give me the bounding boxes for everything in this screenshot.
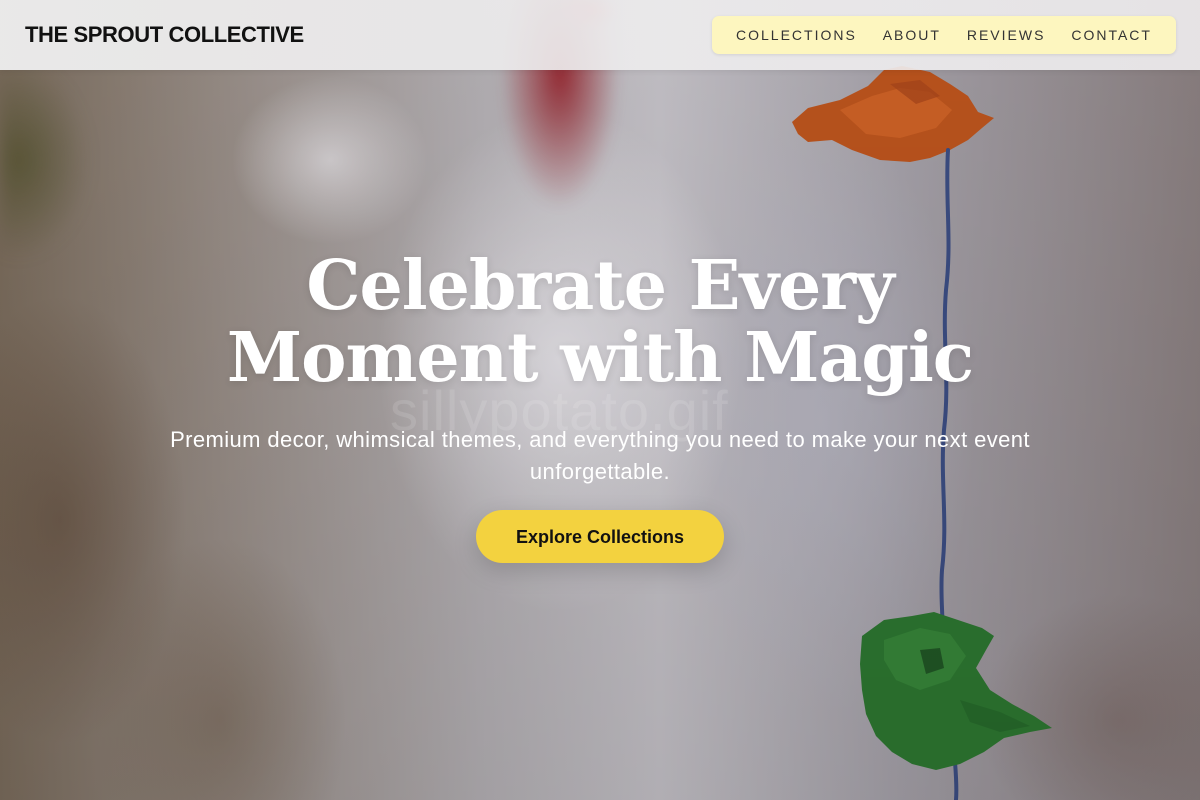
nav-link-about[interactable]: ABOUT — [883, 27, 941, 43]
site-header: THE SPROUT COLLECTIVE COLLECTIONS ABOUT … — [0, 0, 1200, 70]
page: sillypotato.gif THE SPROUT COLLECTIVE CO… — [0, 0, 1200, 800]
hero-section: Celebrate Every Moment with Magic Premiu… — [0, 250, 1200, 563]
hero-subtitle: Premium decor, whimsical themes, and eve… — [170, 427, 1030, 484]
nav-link-contact[interactable]: CONTACT — [1071, 27, 1152, 43]
brand-logo[interactable]: THE SPROUT COLLECTIVE — [25, 21, 304, 49]
nav-link-collections[interactable]: COLLECTIONS — [736, 27, 857, 43]
explore-collections-button[interactable]: Explore Collections — [476, 510, 724, 563]
nav-link-reviews[interactable]: REVIEWS — [967, 27, 1046, 43]
main-nav: COLLECTIONS ABOUT REVIEWS CONTACT — [712, 16, 1176, 54]
hero-title: Celebrate Every Moment with Magic — [226, 246, 974, 398]
